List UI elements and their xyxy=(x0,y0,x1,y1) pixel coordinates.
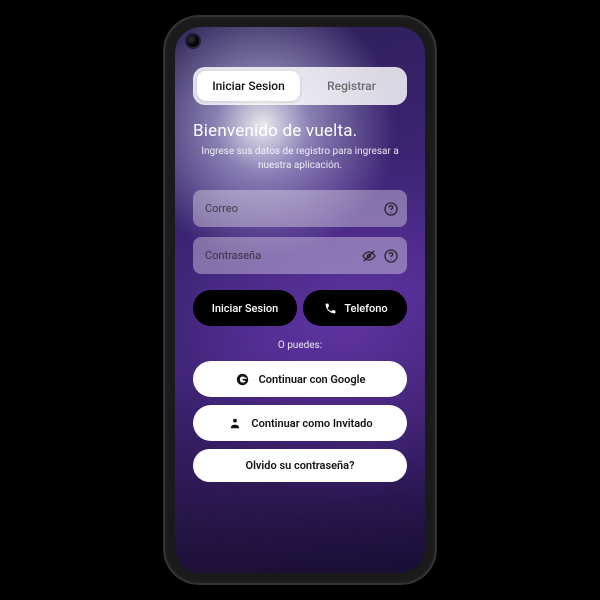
welcome-heading: Bienvenido de vuelta. xyxy=(193,121,407,141)
google-icon: G xyxy=(235,371,251,387)
help-icon[interactable] xyxy=(383,201,399,217)
password-field-wrapper xyxy=(193,237,407,274)
forgot-button-label: Olvido su contraseña? xyxy=(245,459,354,472)
phone-icon xyxy=(322,300,338,316)
forgot-password-button[interactable]: Olvido su contraseña? xyxy=(193,449,407,482)
help-icon[interactable] xyxy=(383,248,399,264)
welcome-subheading: Ingrese sus datos de registro para ingre… xyxy=(193,145,407,172)
tab-register[interactable]: Registrar xyxy=(300,71,403,101)
login-button-label: Iniciar Sesion xyxy=(212,302,279,315)
tab-login[interactable]: Iniciar Sesion xyxy=(197,71,300,101)
phone-button-label: Telefono xyxy=(344,302,387,315)
email-trailing xyxy=(383,201,399,217)
phone-login-button[interactable]: Telefono xyxy=(303,290,407,326)
email-field[interactable] xyxy=(193,190,407,227)
email-field-wrapper xyxy=(193,190,407,227)
primary-button-row: Iniciar Sesion Telefono xyxy=(193,290,407,326)
alternative-divider: O puedes: xyxy=(193,340,407,351)
google-login-button[interactable]: G Continuar con Google xyxy=(193,361,407,397)
app-screen: Iniciar Sesion Registrar Bienvenido de v… xyxy=(175,27,425,573)
auth-tabs: Iniciar Sesion Registrar xyxy=(193,67,407,105)
login-screen: Iniciar Sesion Registrar Bienvenido de v… xyxy=(175,27,425,573)
front-camera xyxy=(187,35,199,47)
person-icon xyxy=(227,415,243,431)
login-button[interactable]: Iniciar Sesion xyxy=(193,290,297,326)
guest-login-button[interactable]: Continuar como Invitado xyxy=(193,405,407,441)
guest-button-label: Continuar como Invitado xyxy=(251,417,372,430)
password-trailing xyxy=(361,248,399,264)
phone-frame: Iniciar Sesion Registrar Bienvenido de v… xyxy=(165,17,435,583)
eye-off-icon[interactable] xyxy=(361,248,377,264)
google-button-label: Continuar con Google xyxy=(259,373,366,386)
